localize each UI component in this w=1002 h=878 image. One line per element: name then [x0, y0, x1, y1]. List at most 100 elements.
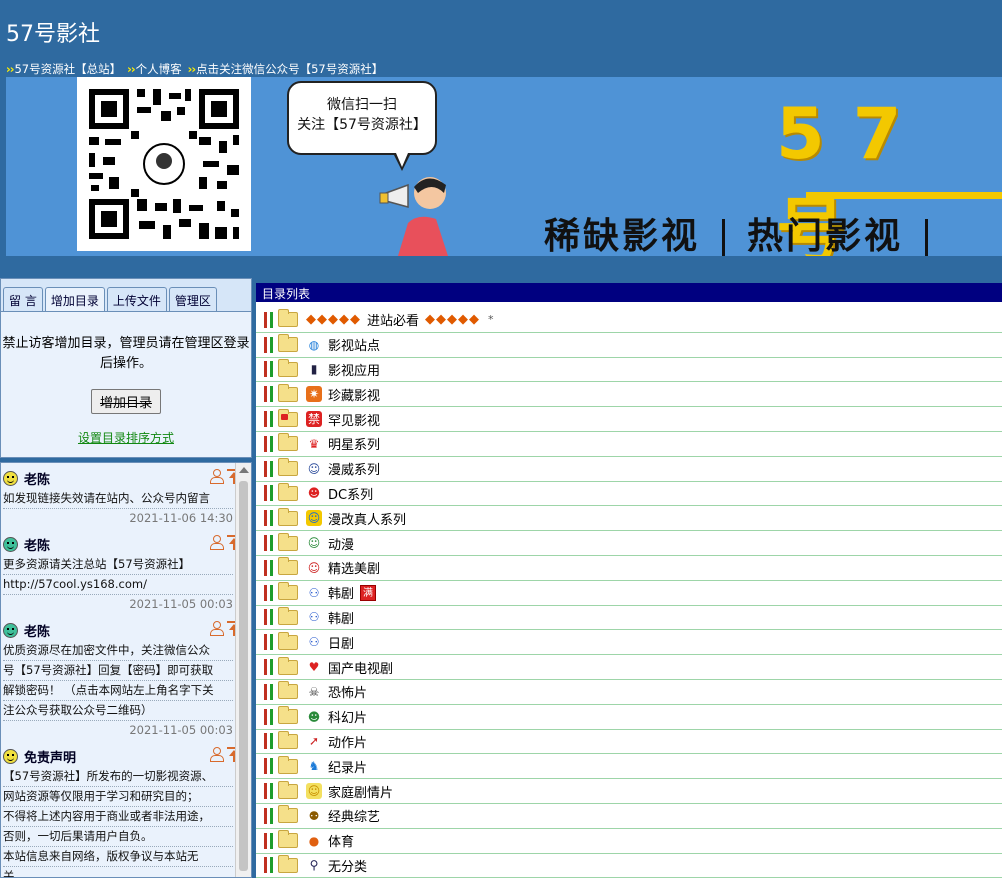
directory-row[interactable]: ◍ 影视站点: [256, 333, 1002, 358]
directory-label[interactable]: 动漫: [328, 534, 354, 553]
sort-arrows-icon[interactable]: [262, 683, 276, 701]
sort-arrows-icon[interactable]: [262, 385, 276, 403]
directory-label[interactable]: 体育: [328, 831, 354, 850]
directory-label[interactable]: 纪录片: [328, 757, 367, 776]
directory-row[interactable]: ♥ 国产电视剧: [256, 655, 1002, 680]
directory-row[interactable]: ☺ 漫威系列: [256, 457, 1002, 482]
directory-label[interactable]: 影视应用: [328, 360, 380, 379]
directory-label[interactable]: 珍藏影视: [328, 385, 380, 404]
tab-add-directory[interactable]: 增加目录: [44, 287, 105, 311]
directory-row[interactable]: ▮ 影视应用: [256, 358, 1002, 383]
star-box-icon: ✷: [306, 386, 322, 403]
basketball-icon: ●: [306, 832, 322, 849]
directory-label[interactable]: 罕见影视: [328, 410, 380, 429]
directory-label[interactable]: 无分类: [328, 856, 367, 875]
directory-label[interactable]: DC系列: [328, 484, 373, 503]
tab-message[interactable]: 留 言: [3, 287, 43, 311]
sort-arrows-icon[interactable]: [262, 832, 276, 850]
row-marker: *: [488, 313, 494, 327]
sort-arrows-icon[interactable]: [262, 757, 276, 775]
message-scrollbar[interactable]: [235, 463, 251, 877]
scroll-up-icon[interactable]: [239, 467, 249, 473]
directory-label[interactable]: 恐怖片: [328, 682, 367, 701]
folder-icon: [278, 854, 298, 873]
directory-label[interactable]: 明星系列: [328, 434, 380, 453]
sort-arrows-icon[interactable]: [262, 633, 276, 651]
directory-row[interactable]: ☺ 家庭剧情片: [256, 779, 1002, 804]
sort-arrows-icon[interactable]: [262, 534, 276, 552]
sort-arrows-icon[interactable]: [262, 336, 276, 354]
sort-arrows-icon[interactable]: [262, 807, 276, 825]
folder-icon: [278, 706, 298, 725]
sort-arrows-icon[interactable]: [262, 856, 276, 874]
directory-label[interactable]: 韩剧: [328, 583, 354, 602]
message-item: 老陈 更多资源请关注总站【57号资源社】 http://57cool.ys168.c…: [3, 533, 241, 613]
directory-label[interactable]: 精选美剧: [328, 558, 380, 577]
directory-row[interactable]: ➚ 动作片: [256, 730, 1002, 755]
sort-arrows-icon[interactable]: [262, 311, 276, 329]
user-icon[interactable]: [209, 535, 224, 550]
sort-arrows-icon[interactable]: [262, 608, 276, 626]
sort-arrows-icon[interactable]: [262, 410, 276, 428]
user-icon[interactable]: [209, 621, 224, 636]
directory-row[interactable]: ⚉ 经典综艺: [256, 804, 1002, 829]
user-icon[interactable]: [209, 469, 224, 484]
directory-label[interactable]: 经典综艺: [328, 806, 380, 825]
site-title[interactable]: 57号影社: [6, 16, 100, 48]
directory-label[interactable]: 漫改真人系列: [328, 509, 406, 528]
directory-label[interactable]: 进站必看: [367, 310, 419, 329]
alien-icon: ☻: [306, 708, 322, 725]
slogan-divider: [722, 219, 726, 256]
directory-row[interactable]: ☻ 科幻片: [256, 705, 1002, 730]
add-directory-button[interactable]: 增加目录: [90, 389, 161, 414]
forbidden-icon: 禁: [306, 411, 322, 428]
directory-row[interactable]: 禁罕见影视: [256, 407, 1002, 432]
sort-arrows-icon[interactable]: [262, 509, 276, 527]
directory-row[interactable]: ☻ DC系列: [256, 482, 1002, 507]
directory-row[interactable]: ☠ 恐怖片: [256, 680, 1002, 705]
directory-row[interactable]: ⚇ 日剧: [256, 630, 1002, 656]
directory-row[interactable]: ♞ 纪录片: [256, 754, 1002, 780]
directory-label[interactable]: 科幻片: [328, 707, 367, 726]
directory-label[interactable]: 影视站点: [328, 335, 380, 354]
tab-upload-file[interactable]: 上传文件: [106, 287, 167, 311]
user-icon[interactable]: [209, 747, 224, 762]
sort-arrows-icon[interactable]: [262, 708, 276, 726]
nav-link-wechat[interactable]: ››点击关注微信公众号【57号资源社】: [188, 61, 384, 77]
directory-row[interactable]: ◆◆◆◆◆ 进站必看 ◆◆◆◆◆ *: [256, 308, 1002, 333]
directory-row[interactable]: ☺ 漫改真人系列: [256, 506, 1002, 532]
directory-label[interactable]: 国产电视剧: [328, 658, 393, 677]
directory-label[interactable]: 漫威系列: [328, 459, 380, 478]
slogan: 稀缺影视 热门影视: [544, 207, 950, 256]
directory-row[interactable]: ⚇ 韩剧: [256, 606, 1002, 631]
scroll-thumb[interactable]: [239, 481, 248, 871]
notice-text: 禁止访客增加目录，管理员请在管理区登录后操作。: [2, 336, 250, 371]
directory-row[interactable]: ✷ 珍藏影视: [256, 382, 1002, 408]
sort-settings-link[interactable]: 设置目录排序方式: [1, 429, 251, 446]
sort-arrows-icon[interactable]: [262, 732, 276, 750]
message-line: 如发现链接失效请在站内、公众号内留言: [3, 489, 233, 509]
directory-label[interactable]: 家庭剧情片: [328, 782, 393, 801]
sort-arrows-icon[interactable]: [262, 435, 276, 453]
sort-arrows-icon[interactable]: [262, 584, 276, 602]
directory-row[interactable]: ● 体育: [256, 829, 1002, 854]
sort-arrows-icon[interactable]: [262, 658, 276, 676]
sort-arrows-icon[interactable]: [262, 484, 276, 502]
nav-link-main-site[interactable]: ››57号资源社【总站】: [6, 61, 121, 77]
directory-row[interactable]: ⚇ 韩剧满: [256, 581, 1002, 606]
directory-row[interactable]: ♛ 明星系列: [256, 432, 1002, 457]
sort-arrows-icon[interactable]: [262, 360, 276, 378]
sort-arrows-icon[interactable]: [262, 782, 276, 800]
locked-folder-icon: [278, 408, 298, 427]
sort-arrows-icon[interactable]: [262, 460, 276, 478]
directory-row[interactable]: ☺ 精选美剧: [256, 556, 1002, 581]
directory-row[interactable]: ☺ 动漫: [256, 531, 1002, 556]
folder-icon: [278, 309, 298, 328]
sort-arrows-icon[interactable]: [262, 559, 276, 577]
directory-label[interactable]: 动作片: [328, 732, 367, 751]
tab-admin[interactable]: 管理区: [168, 287, 217, 311]
directory-row[interactable]: ⚲ 无分类: [256, 854, 1002, 878]
directory-label[interactable]: 韩剧: [328, 608, 354, 627]
directory-label[interactable]: 日剧: [328, 633, 354, 652]
nav-link-blog[interactable]: ››个人博客: [127, 61, 181, 77]
